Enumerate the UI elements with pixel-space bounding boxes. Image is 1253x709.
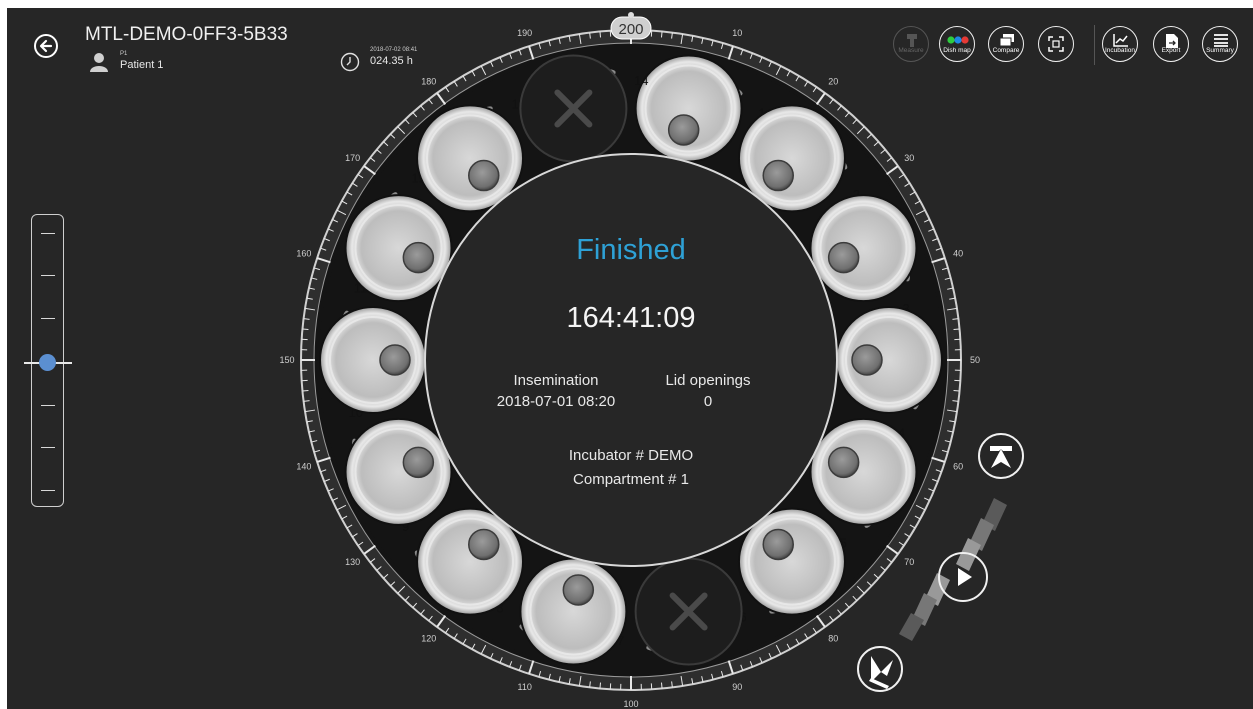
dial-label: 150	[279, 355, 294, 365]
dial-current-value: 200	[618, 21, 643, 38]
run-status: Finished	[576, 234, 686, 266]
skip-to-bottom-icon	[869, 656, 893, 689]
embryo	[468, 528, 500, 561]
lid-openings-value: 0	[703, 393, 713, 410]
dial-label: 30	[904, 153, 914, 163]
dial-label: 20	[828, 77, 838, 87]
dial-tick	[660, 682, 663, 689]
embryo	[667, 114, 700, 146]
skip-to-top-icon	[990, 446, 1012, 468]
embryo	[468, 159, 500, 192]
embryo	[402, 241, 435, 274]
embryo	[827, 446, 860, 479]
dial-label: 130	[345, 557, 360, 567]
well-number: 14	[634, 73, 648, 88]
incubator-label: Incubator # DEMO	[568, 447, 694, 464]
skip-to-bottom-button[interactable]	[857, 646, 903, 692]
center-panel	[424, 153, 838, 567]
dial-tick	[302, 328, 309, 331]
embryo	[762, 159, 794, 192]
dial-label: 140	[296, 461, 311, 471]
dial-label: 60	[953, 461, 963, 471]
dial-label: 190	[517, 28, 532, 38]
embryo	[379, 344, 411, 376]
dial-label: 180	[421, 77, 436, 87]
current-time-marker[interactable]: 200	[610, 12, 652, 40]
dial-label: 50	[970, 355, 980, 365]
dial-label: 40	[953, 249, 963, 259]
embryo	[827, 241, 860, 274]
dial-tick	[953, 389, 960, 392]
insemination-value: 2018-07-01 08:20	[496, 393, 616, 410]
dial-label: 110	[518, 682, 532, 692]
app-window: MTL-DEMO-0FF3-5B33 P1 Patient 1 2018-07-…	[7, 8, 1253, 709]
elapsed-time: 164:41:09	[566, 302, 696, 334]
dial-tick	[302, 389, 309, 392]
dial-label: 170	[345, 153, 360, 163]
dial-label: 10	[732, 28, 742, 38]
dial-tick	[660, 31, 663, 38]
insemination-label: Insemination	[513, 372, 599, 389]
dial-tick	[599, 31, 602, 38]
lid-openings-label: Lid openings	[665, 372, 751, 389]
dial-label: 160	[296, 249, 311, 259]
dial-tick	[599, 682, 602, 689]
dial-label: 90	[732, 682, 742, 692]
play-button[interactable]	[938, 552, 988, 602]
skip-to-top-button[interactable]	[978, 433, 1024, 479]
compartment-label: Compartment # 1	[573, 471, 689, 488]
dial-label: 100	[623, 699, 638, 709]
embryo	[851, 344, 883, 376]
dial-label: 120	[421, 633, 436, 643]
embryo	[762, 528, 794, 561]
dial-tick	[953, 328, 960, 331]
embryo	[402, 446, 435, 479]
embryo	[562, 574, 595, 606]
dial-label: 80	[828, 633, 838, 643]
play-icon	[958, 568, 972, 586]
culture-dish-dial: 1020304050607080901001101201301401501601…	[279, 12, 980, 709]
